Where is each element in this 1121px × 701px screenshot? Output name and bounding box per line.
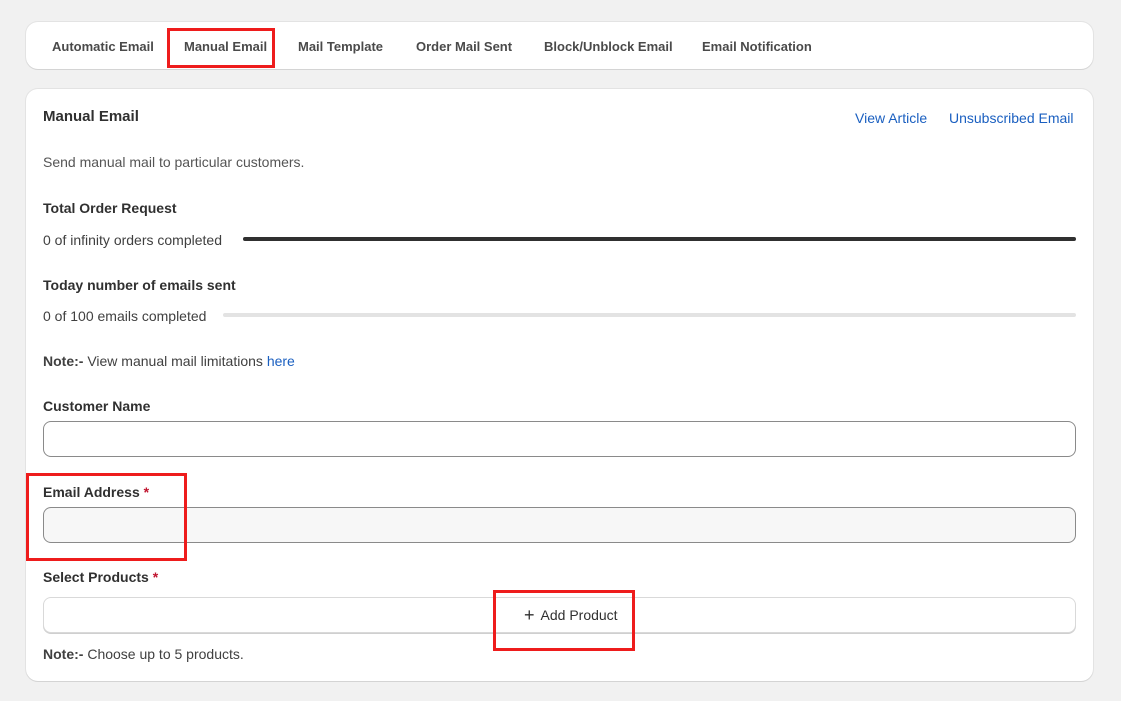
limitations-here-link[interactable]: here <box>267 353 295 369</box>
order-progress-fill <box>243 237 1076 241</box>
select-products-label: Select Products * <box>43 569 158 585</box>
view-article-link[interactable]: View Article <box>855 110 927 126</box>
note-prefix: Note:- <box>43 646 84 662</box>
tab-email-notification[interactable]: Email Notification <box>702 22 812 69</box>
limitations-note: Note:- View manual mail limitations here <box>43 353 295 369</box>
card-description: Send manual mail to particular customers… <box>43 154 305 170</box>
tab-block-unblock-email[interactable]: Block/Unblock Email <box>544 22 673 69</box>
note-text: View manual mail limitations <box>83 353 267 369</box>
customer-name-label: Customer Name <box>43 398 151 414</box>
emails-sent-heading: Today number of emails sent <box>43 277 236 293</box>
tab-mail-template[interactable]: Mail Template <box>298 22 383 69</box>
emails-progress-track <box>223 313 1076 317</box>
highlight-manual-email-tab <box>167 28 275 68</box>
highlight-email-address <box>26 473 187 561</box>
tab-order-mail-sent[interactable]: Order Mail Sent <box>416 22 512 69</box>
unsubscribed-email-link[interactable]: Unsubscribed Email <box>949 110 1074 126</box>
emails-sent-status: 0 of 100 emails completed <box>43 308 207 324</box>
email-address-input[interactable] <box>43 507 1076 543</box>
select-products-label-text: Select Products <box>43 569 149 585</box>
order-progress-track <box>243 237 1076 241</box>
tab-automatic-email[interactable]: Automatic Email <box>52 22 154 69</box>
order-request-heading: Total Order Request <box>43 200 177 216</box>
products-note: Note:- Choose up to 5 products. <box>43 646 244 662</box>
customer-name-input[interactable] <box>43 421 1076 457</box>
note-prefix: Note:- <box>43 353 84 369</box>
order-request-status: 0 of infinity orders completed <box>43 232 222 248</box>
required-mark: * <box>152 569 159 585</box>
card-title: Manual Email <box>43 108 139 125</box>
highlight-add-product <box>493 590 635 651</box>
note-text: Choose up to 5 products. <box>83 646 244 662</box>
